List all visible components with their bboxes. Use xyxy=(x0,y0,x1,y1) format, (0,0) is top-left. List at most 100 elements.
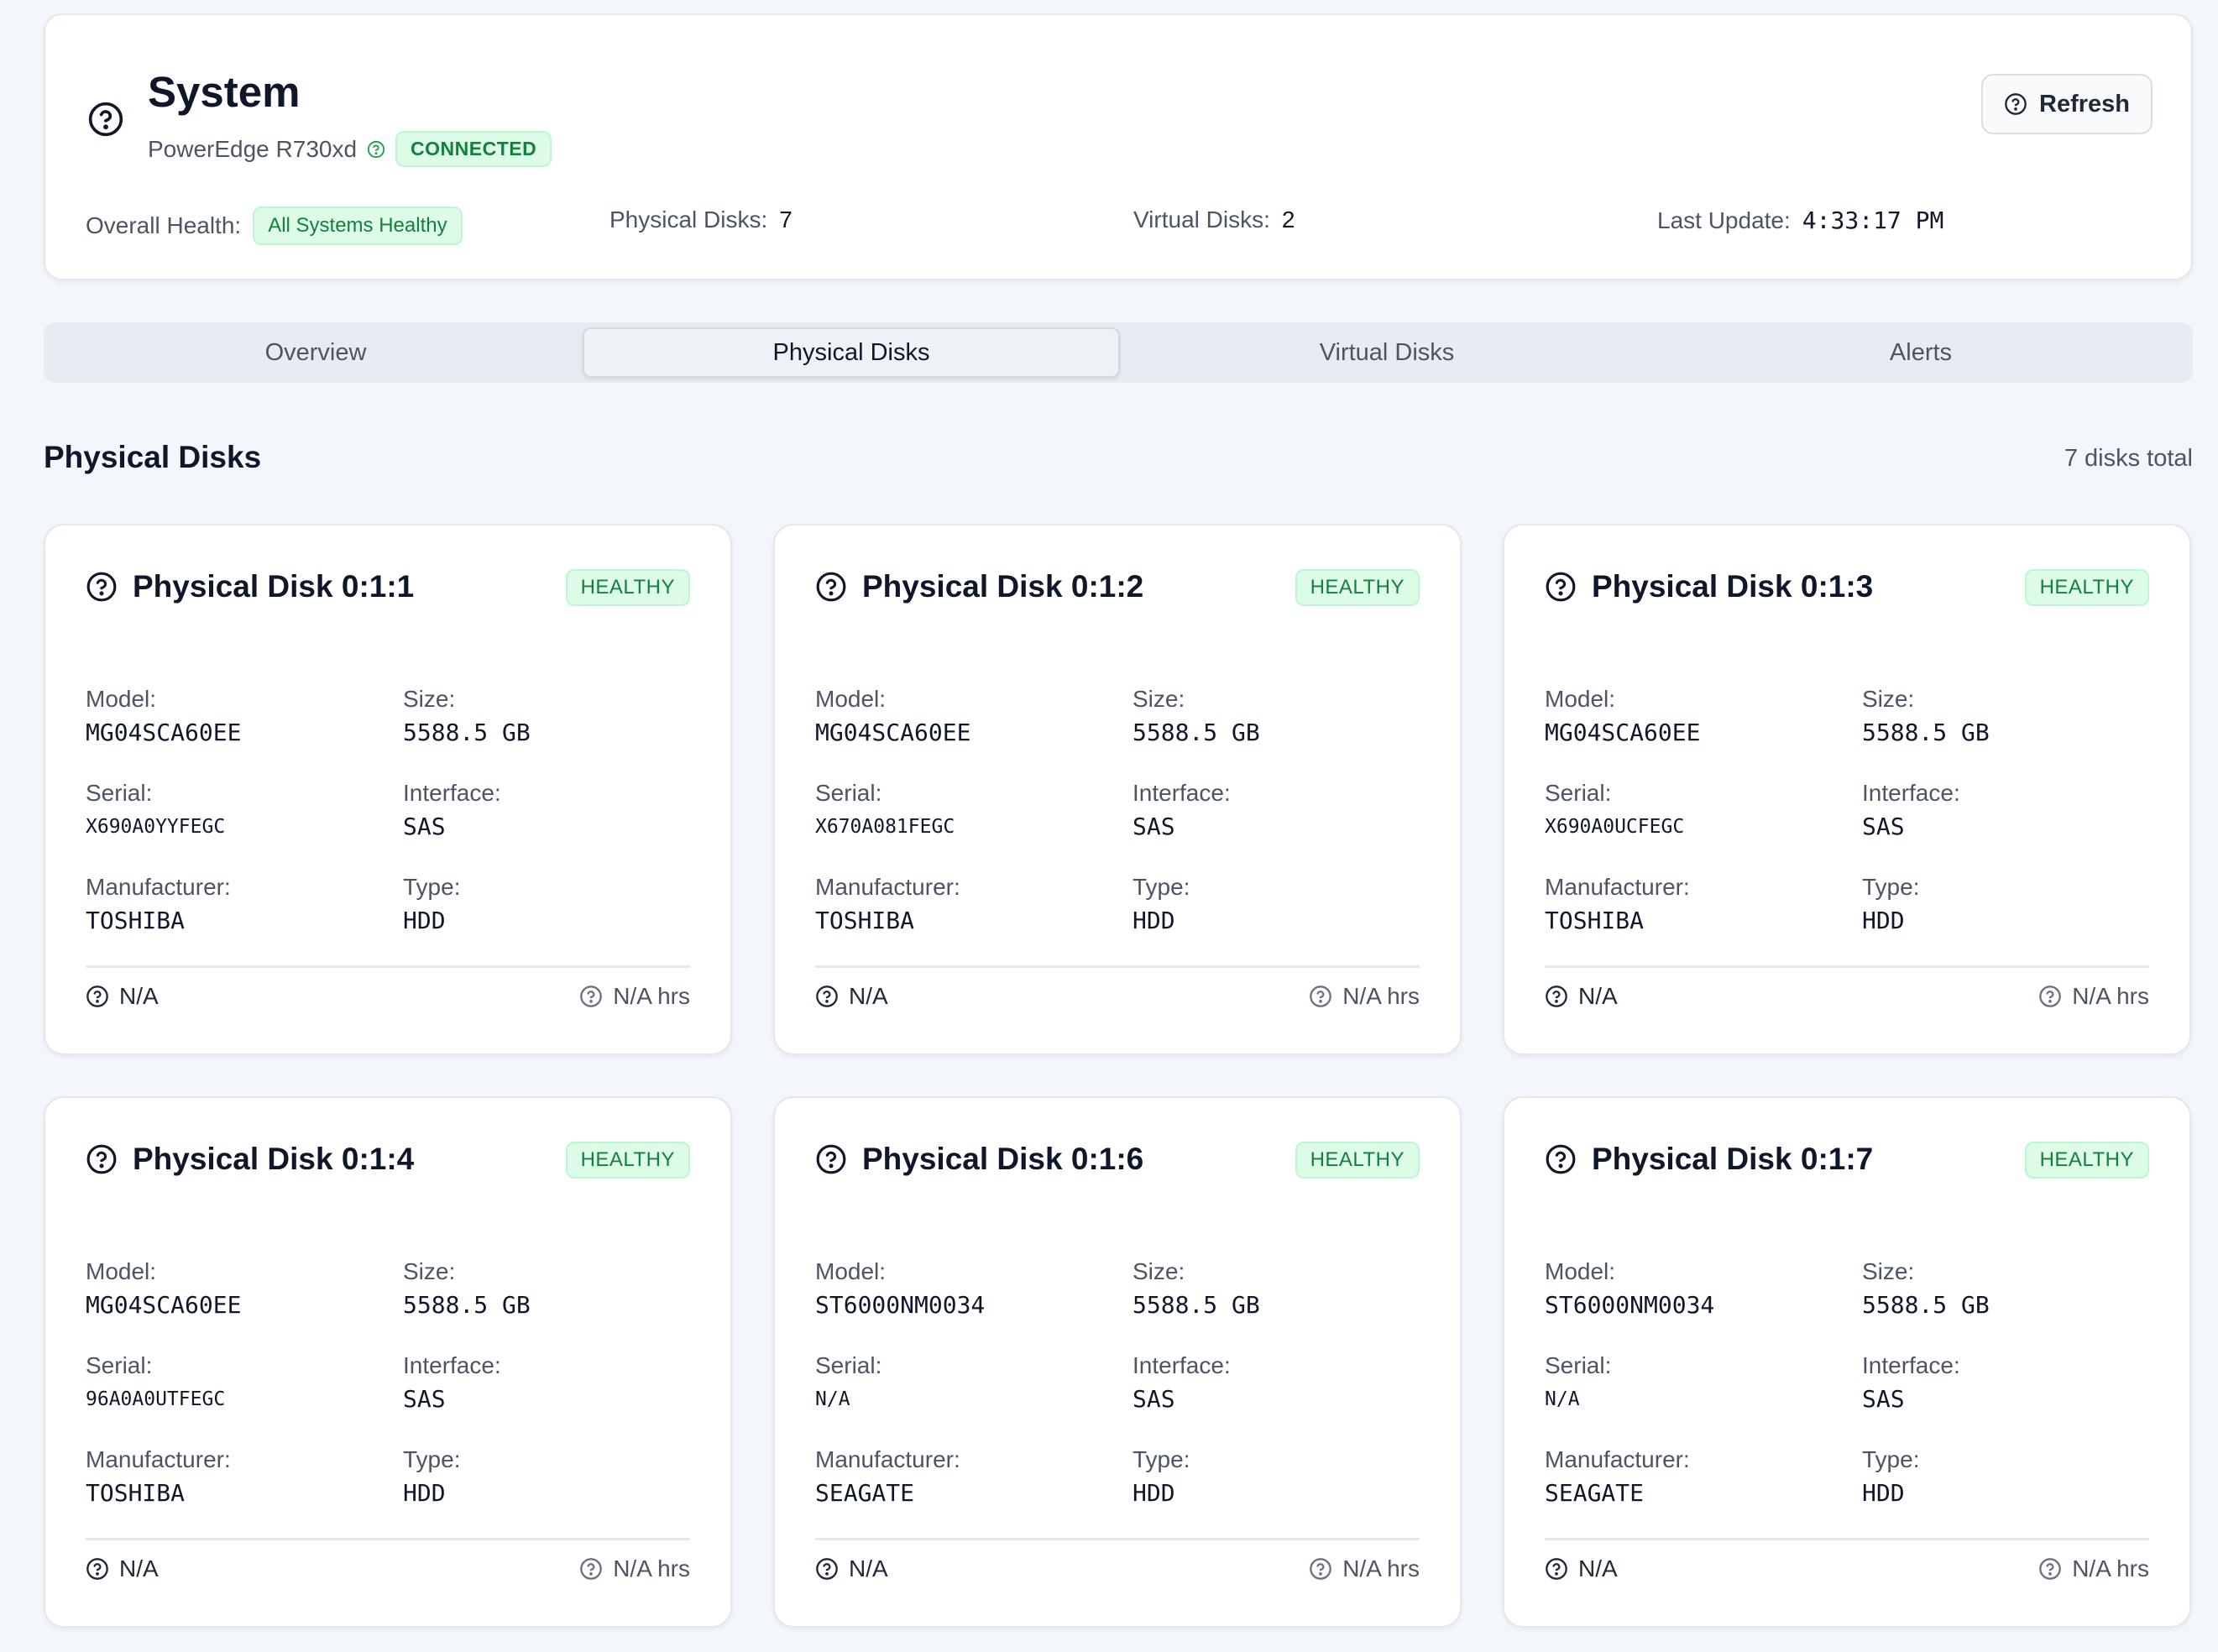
disk-status-badge: HEALTHY xyxy=(2024,569,2149,606)
size-field: Size: 5588.5 GB xyxy=(1133,1257,1260,1321)
refresh-button[interactable]: Refresh xyxy=(1981,74,2153,134)
divider xyxy=(86,965,690,968)
power-on-hours: N/A hrs xyxy=(579,1555,690,1582)
connection-status-icon xyxy=(367,140,385,158)
manufacturer-label: Manufacturer: xyxy=(815,1446,960,1472)
type-value: HDD xyxy=(1862,1479,1905,1507)
temperature-value: N/A xyxy=(119,1555,159,1581)
serial-label: Serial: xyxy=(815,780,882,806)
model-field: Model: MG04SCA60EE xyxy=(1545,685,1700,749)
help-circle-icon xyxy=(1546,1558,1567,1580)
disk-card[interactable]: Physical Disk 0:1:7 HEALTHY Model: ST600… xyxy=(1503,1096,2191,1628)
disk-count: 7 disks total xyxy=(2064,445,2193,472)
type-label: Type: xyxy=(403,874,461,900)
help-circle-icon xyxy=(816,1144,846,1174)
page-title: System xyxy=(148,68,301,116)
model-label: Model: xyxy=(815,686,887,712)
disk-card-header: Physical Disk 0:1:2 xyxy=(815,569,1143,604)
overall-health-label: Overall Health: xyxy=(86,212,242,238)
help-circle-icon xyxy=(580,985,603,1007)
disk-card[interactable]: Physical Disk 0:1:2 HEALTHY Model: MG04S… xyxy=(773,524,1462,1055)
serial-field: Serial: X690A0YYFEGC xyxy=(86,779,225,843)
serial-value: 96A0A0UTFEGC xyxy=(86,1388,226,1410)
interface-field: Interface: SAS xyxy=(403,779,501,843)
manufacturer-label: Manufacturer: xyxy=(1545,1446,1690,1472)
tab-physical-disks[interactable]: Physical Disks xyxy=(583,327,1120,378)
interface-field: Interface: SAS xyxy=(1133,779,1231,843)
type-value: HDD xyxy=(1133,1479,1175,1507)
manufacturer-field: Manufacturer: TOSHIBA xyxy=(815,873,960,937)
interface-value: SAS xyxy=(403,813,446,840)
size-label: Size: xyxy=(403,1258,456,1284)
size-field: Size: 5588.5 GB xyxy=(403,685,531,749)
model-label: Model: xyxy=(86,686,157,712)
size-value: 5588.5 GB xyxy=(403,719,531,746)
manufacturer-label: Manufacturer: xyxy=(1545,874,1690,900)
divider xyxy=(1545,1538,2149,1540)
tab-alerts[interactable]: Alerts xyxy=(1654,327,2188,378)
manufacturer-label: Manufacturer: xyxy=(86,874,231,900)
power-on-hours: N/A hrs xyxy=(2038,1555,2149,1582)
model-label: Model: xyxy=(815,1258,887,1284)
overall-health-badge: All Systems Healthy xyxy=(253,206,463,245)
temperature-value: N/A xyxy=(119,983,159,1009)
interface-field: Interface: SAS xyxy=(403,1351,501,1415)
serial-field: Serial: 96A0A0UTFEGC xyxy=(86,1351,225,1415)
virtual-disks-stat: Virtual Disks: 2 xyxy=(1133,206,1295,233)
disk-name: Physical Disk 0:1:6 xyxy=(862,1142,1144,1176)
tab-virtual-disks[interactable]: Virtual Disks xyxy=(1120,327,1654,378)
temperature-readout: N/A xyxy=(815,1555,888,1582)
hours-value: N/A hrs xyxy=(2072,1555,2149,1581)
temperature-readout: N/A xyxy=(815,983,888,1010)
disk-card[interactable]: Physical Disk 0:1:4 HEALTHY Model: MG04S… xyxy=(44,1096,732,1628)
model-field: Model: MG04SCA60EE xyxy=(815,685,970,749)
divider xyxy=(86,1538,690,1540)
model-value: ST6000NM0034 xyxy=(815,1291,986,1319)
power-on-hours: N/A hrs xyxy=(2038,983,2149,1010)
disk-name: Physical Disk 0:1:3 xyxy=(1592,569,1874,604)
tab-overview[interactable]: Overview xyxy=(49,327,583,378)
interface-label: Interface: xyxy=(1862,780,1960,806)
disk-status-badge: HEALTHY xyxy=(2024,1142,2149,1179)
size-value: 5588.5 GB xyxy=(1862,1291,1990,1319)
temperature-value: N/A xyxy=(1578,983,1618,1009)
manufacturer-field: Manufacturer: TOSHIBA xyxy=(86,873,231,937)
disk-card-header: Physical Disk 0:1:7 xyxy=(1545,1142,1873,1177)
connection-status-badge: CONNECTED xyxy=(395,131,552,167)
disk-card-header: Physical Disk 0:1:4 xyxy=(86,1142,414,1177)
hours-value: N/A hrs xyxy=(2072,983,2149,1009)
refresh-button-label: Refresh xyxy=(2039,90,2130,118)
size-label: Size: xyxy=(1133,686,1185,712)
refresh-icon xyxy=(2005,93,2027,115)
tab-bar: Overview Physical Disks Virtual Disks Al… xyxy=(44,322,2193,383)
disk-card-header: Physical Disk 0:1:6 xyxy=(815,1142,1143,1177)
size-label: Size: xyxy=(1862,1258,1915,1284)
serial-label: Serial: xyxy=(1545,1352,1612,1378)
disk-card[interactable]: Physical Disk 0:1:3 HEALTHY Model: MG04S… xyxy=(1503,524,2191,1055)
disk-card[interactable]: Physical Disk 0:1:6 HEALTHY Model: ST600… xyxy=(773,1096,1462,1628)
help-circle-icon xyxy=(2039,985,2062,1007)
model-field: Model: ST6000NM0034 xyxy=(1545,1257,1714,1321)
serial-value: X690A0YYFEGC xyxy=(86,816,226,838)
type-value: HDD xyxy=(1133,907,1175,934)
serial-field: Serial: X690A0UCFEGC xyxy=(1545,779,1684,843)
last-update-label: Last Update: xyxy=(1657,206,1791,233)
disk-status-badge: HEALTHY xyxy=(1295,1142,1420,1179)
help-circle-icon xyxy=(88,102,123,137)
size-field: Size: 5588.5 GB xyxy=(1862,685,1990,749)
interface-field: Interface: SAS xyxy=(1862,779,1960,843)
last-update-stat: Last Update: 4:33:17 PM xyxy=(1657,206,1943,234)
serial-label: Serial: xyxy=(86,780,153,806)
type-label: Type: xyxy=(1862,1446,1920,1472)
serial-field: Serial: X670A081FEGC xyxy=(815,779,955,843)
interface-value: SAS xyxy=(1133,813,1175,840)
disk-card[interactable]: Physical Disk 0:1:1 HEALTHY Model: MG04S… xyxy=(44,524,732,1055)
serial-label: Serial: xyxy=(815,1352,882,1378)
physical-disks-stat: Physical Disks: 7 xyxy=(609,206,793,233)
serial-label: Serial: xyxy=(1545,780,1612,806)
disk-status-badge: HEALTHY xyxy=(1295,569,1420,606)
serial-value: X670A081FEGC xyxy=(815,816,955,838)
manufacturer-label: Manufacturer: xyxy=(815,874,960,900)
divider xyxy=(1545,965,2149,968)
type-field: Type: HDD xyxy=(1133,873,1190,937)
